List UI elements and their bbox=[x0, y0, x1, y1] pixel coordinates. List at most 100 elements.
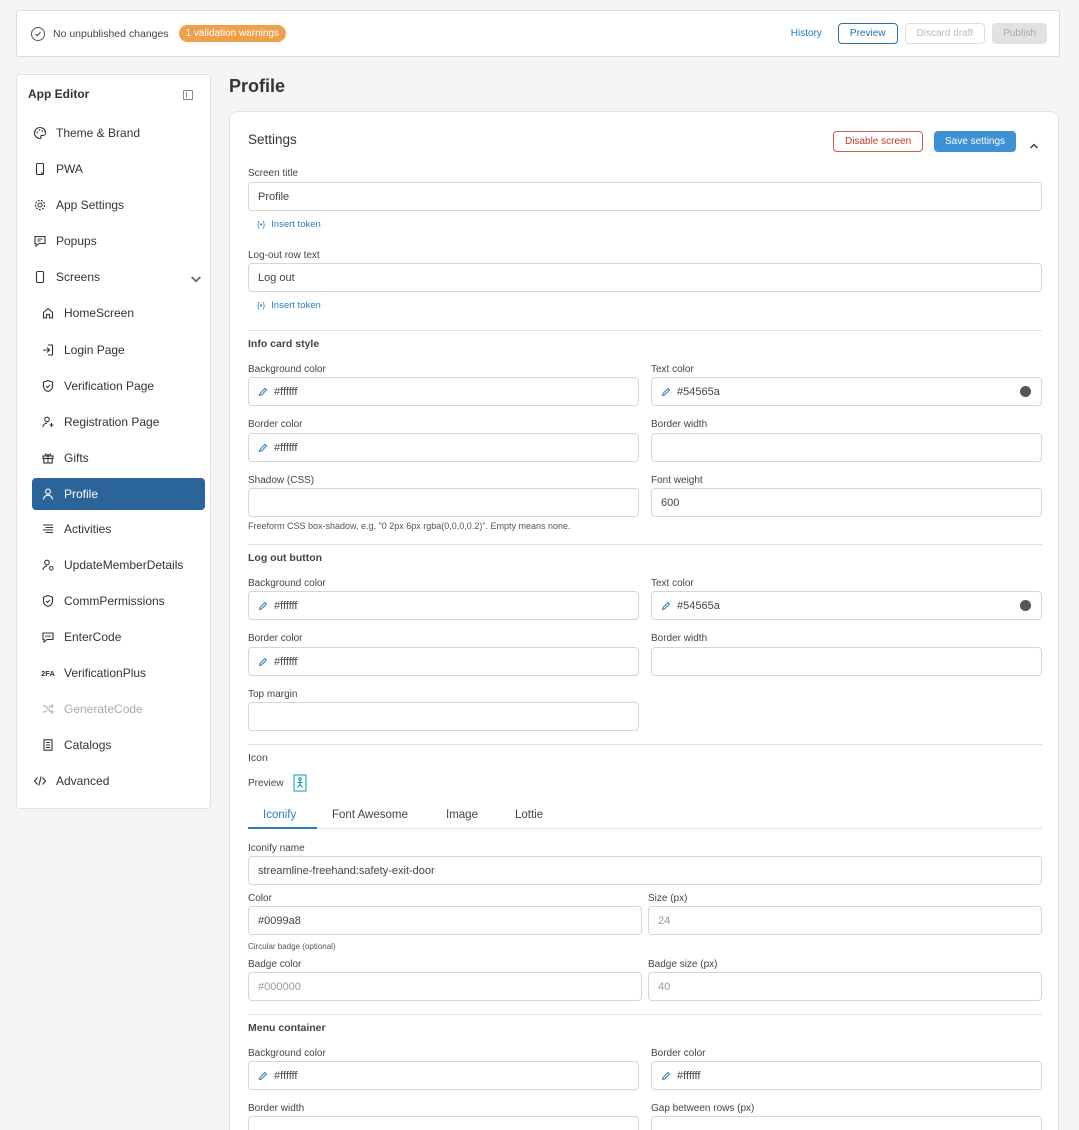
sidebar-item-label: GenerateCode bbox=[64, 702, 143, 716]
insert-token-link[interactable]: {•} Insert token bbox=[257, 219, 321, 230]
code-brackets-icon bbox=[33, 774, 47, 788]
shadow-help-text: Freeform CSS box-shadow, e.g. "0 2px 6px… bbox=[248, 521, 571, 531]
sidebar-item-advanced[interactable]: Advanced bbox=[33, 765, 203, 797]
color-swatch[interactable] bbox=[1020, 600, 1031, 611]
top-margin-label: Top margin bbox=[248, 689, 298, 700]
tab-iconify[interactable]: Iconify bbox=[263, 809, 296, 821]
sidebar-item-label: Advanced bbox=[56, 774, 110, 788]
sidebar-item-popups[interactable]: Popups bbox=[33, 225, 203, 257]
sidebar-item-verification-page[interactable]: Verification Page bbox=[41, 370, 206, 402]
info-border-width-input[interactable] bbox=[651, 433, 1042, 462]
icon-preview-label: Preview bbox=[248, 778, 284, 789]
sidebar-item-login-page[interactable]: Login Page bbox=[41, 334, 206, 366]
chevron-up-icon[interactable] bbox=[1029, 137, 1039, 155]
screen-title-label: Screen title bbox=[248, 168, 299, 179]
badge-size-input[interactable]: 40 bbox=[648, 972, 1042, 1001]
screen-title-input[interactable]: Profile bbox=[248, 182, 1042, 211]
preview-button[interactable]: Preview bbox=[837, 23, 898, 44]
palette-icon bbox=[33, 126, 47, 140]
sidebar-item-update-member-details[interactable]: UpdateMemberDetails bbox=[41, 549, 206, 581]
publish-status: No unpublished changes bbox=[53, 27, 169, 40]
divider bbox=[248, 1014, 1042, 1015]
sidebar-item-generate-code[interactable]: GenerateCode bbox=[41, 693, 206, 725]
sidebar-item-profile[interactable]: Profile bbox=[32, 478, 205, 510]
shuffle-icon bbox=[41, 702, 55, 716]
gap-input[interactable] bbox=[651, 1116, 1042, 1130]
sidebar-item-verification-plus[interactable]: 2FA VerificationPlus bbox=[41, 657, 206, 689]
shield-icon bbox=[41, 594, 55, 608]
sidebar-item-label: Login Page bbox=[64, 343, 125, 357]
save-settings-button[interactable]: Save settings bbox=[934, 131, 1017, 152]
menu-border-width-input[interactable] bbox=[248, 1116, 639, 1130]
icon-color-input[interactable]: #0099a8 bbox=[248, 906, 642, 935]
menu-border-width-label: Border width bbox=[248, 1103, 305, 1114]
icon-size-input[interactable]: 24 bbox=[648, 906, 1042, 935]
disable-screen-button[interactable]: Disable screen bbox=[833, 131, 924, 152]
sidebar-item-app-settings[interactable]: App Settings bbox=[33, 189, 203, 221]
icon-section-title: Icon bbox=[248, 752, 268, 764]
pencil-icon bbox=[258, 442, 270, 454]
publish-button[interactable]: Publish bbox=[992, 23, 1047, 44]
sidebar-item-homescreen[interactable]: HomeScreen bbox=[41, 297, 206, 329]
iconify-name-input[interactable]: streamline-freehand:safety-exit-door bbox=[248, 856, 1042, 885]
info-text-color-input[interactable]: #54565a bbox=[651, 377, 1042, 406]
info-text-label: Text color bbox=[651, 364, 694, 375]
color-swatch[interactable] bbox=[1020, 386, 1031, 397]
discard-draft-button[interactable]: Discard draft bbox=[904, 23, 986, 44]
logout-border-width-input[interactable] bbox=[651, 647, 1042, 676]
tab-image[interactable]: Image bbox=[446, 809, 478, 821]
badge-hint: Circular badge (optional) bbox=[248, 942, 336, 951]
sidebar-item-label: Activities bbox=[64, 522, 112, 536]
sidebar-item-pwa[interactable]: PWA bbox=[33, 153, 203, 185]
sidebar-item-gifts[interactable]: Gifts bbox=[41, 442, 206, 474]
sidebar-item-enter-code[interactable]: EnterCode bbox=[41, 621, 206, 653]
sidebar-item-catalogs[interactable]: Catalogs bbox=[41, 729, 206, 761]
shadow-input[interactable] bbox=[248, 488, 639, 517]
sidebar-item-comm-permissions[interactable]: CommPermissions bbox=[41, 585, 206, 617]
divider bbox=[248, 330, 1042, 331]
list-icon bbox=[41, 522, 55, 536]
user-edit-icon bbox=[41, 558, 55, 572]
info-bg-label: Background color bbox=[248, 364, 326, 375]
info-bg-color-input[interactable]: #ffffff bbox=[248, 377, 639, 406]
sidebar-item-label: Verification Page bbox=[64, 379, 155, 393]
badge-color-input[interactable]: #000000 bbox=[248, 972, 642, 1001]
sidebar-item-label: HomeScreen bbox=[64, 306, 135, 320]
menu-bg-color-input[interactable]: #ffffff bbox=[248, 1061, 639, 1090]
info-border-color-input[interactable]: #ffffff bbox=[248, 433, 639, 462]
sidebar-item-activities[interactable]: Activities bbox=[41, 513, 206, 545]
tab-font-awesome[interactable]: Font Awesome bbox=[332, 809, 408, 821]
sidebar-item-screens[interactable]: Screens bbox=[33, 261, 203, 293]
shield-icon bbox=[41, 379, 55, 393]
top-margin-input[interactable] bbox=[248, 702, 639, 731]
sidebar-item-label: Theme & Brand bbox=[56, 126, 141, 140]
pencil-icon bbox=[258, 1070, 270, 1082]
logout-row-input[interactable]: Log out bbox=[248, 263, 1042, 292]
logout-border-color-input[interactable]: #ffffff bbox=[248, 647, 639, 676]
home-icon bbox=[41, 306, 55, 320]
menu-border-label: Border color bbox=[651, 1048, 706, 1059]
sidebar-item-theme-brand[interactable]: Theme & Brand bbox=[33, 117, 203, 149]
divider bbox=[248, 544, 1042, 545]
logout-text-label: Text color bbox=[651, 578, 694, 589]
font-weight-input[interactable]: 600 bbox=[651, 488, 1042, 517]
validation-warning-badge[interactable]: 1 validation warnings bbox=[178, 25, 286, 42]
tab-lottie[interactable]: Lottie bbox=[515, 809, 543, 821]
sidebar-item-registration-page[interactable]: Registration Page bbox=[41, 406, 206, 438]
menu-border-color-input[interactable]: #ffffff bbox=[651, 1061, 1042, 1090]
check-circle-icon bbox=[31, 26, 45, 41]
collapse-sidebar-icon[interactable] bbox=[183, 90, 193, 100]
sidebar-item-label: Screens bbox=[56, 270, 101, 284]
pencil-icon bbox=[661, 600, 673, 612]
logout-button-section-title: Log out button bbox=[248, 552, 323, 564]
history-link[interactable]: History bbox=[791, 28, 822, 39]
chevron-down-icon[interactable] bbox=[189, 272, 203, 289]
book-icon bbox=[41, 738, 55, 752]
active-tab-indicator bbox=[248, 827, 317, 829]
logout-bg-color-input[interactable]: #ffffff bbox=[248, 591, 639, 620]
app-editor-sidebar: App Editor Theme & Brand PWA App Setting… bbox=[16, 74, 211, 809]
logout-text-color-input[interactable]: #54565a bbox=[651, 591, 1042, 620]
pencil-icon bbox=[258, 386, 270, 398]
insert-token-link[interactable]: {•} Insert token bbox=[257, 300, 321, 311]
info-border-label: Border color bbox=[248, 419, 303, 430]
